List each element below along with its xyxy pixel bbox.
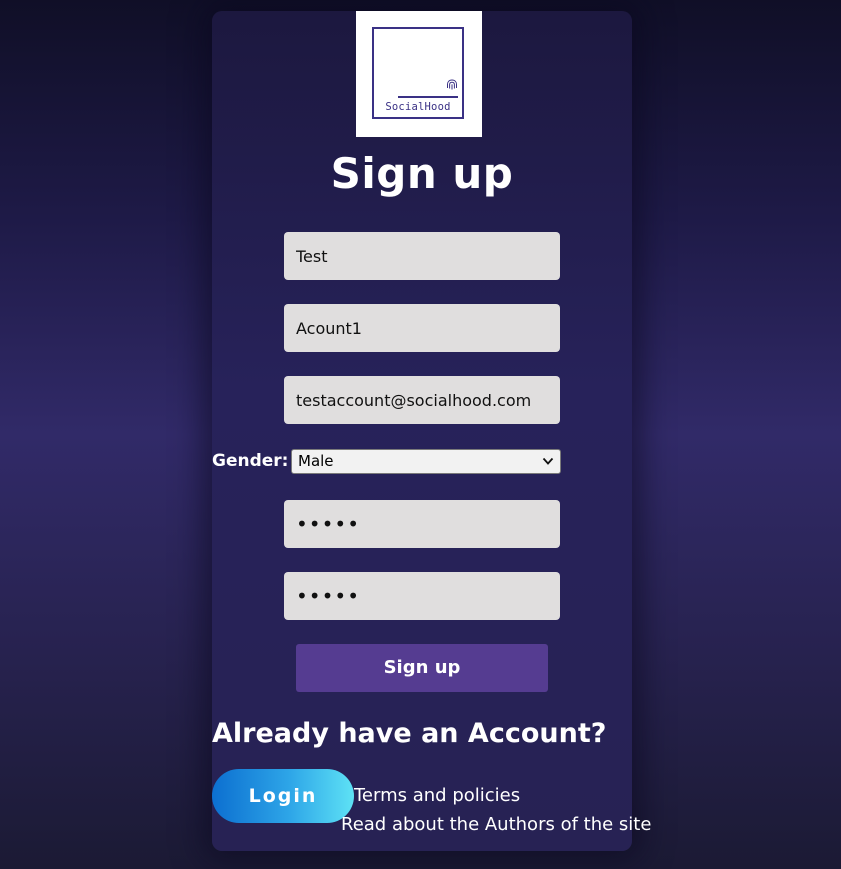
- logo-text: SocialHood: [385, 101, 451, 113]
- confirm-password-input[interactable]: [284, 572, 560, 620]
- page-title: Sign up: [330, 149, 514, 198]
- already-have-account-heading: Already have an Account?: [212, 718, 607, 749]
- email-input[interactable]: [284, 376, 560, 424]
- terms-link[interactable]: Terms and policies: [354, 785, 520, 806]
- gender-label: Gender:: [212, 451, 289, 471]
- signup-button[interactable]: Sign up: [296, 644, 548, 692]
- signup-card: SocialHood Sign up Gender: Male Sign up …: [212, 11, 651, 851]
- site-logo: SocialHood: [356, 11, 482, 137]
- logo-underline: [398, 96, 458, 98]
- last-name-input[interactable]: [284, 304, 560, 352]
- gender-select[interactable]: Male: [291, 449, 561, 474]
- login-button[interactable]: Login: [212, 769, 354, 823]
- logo-frame: SocialHood: [372, 27, 464, 119]
- password-input[interactable]: [284, 500, 560, 548]
- authors-link[interactable]: Read about the Authors of the site: [341, 814, 651, 835]
- first-name-input[interactable]: [284, 232, 560, 280]
- gender-selected-value: Male: [298, 452, 334, 470]
- chevron-down-icon: [542, 457, 554, 465]
- fingerprint-icon: [447, 79, 457, 90]
